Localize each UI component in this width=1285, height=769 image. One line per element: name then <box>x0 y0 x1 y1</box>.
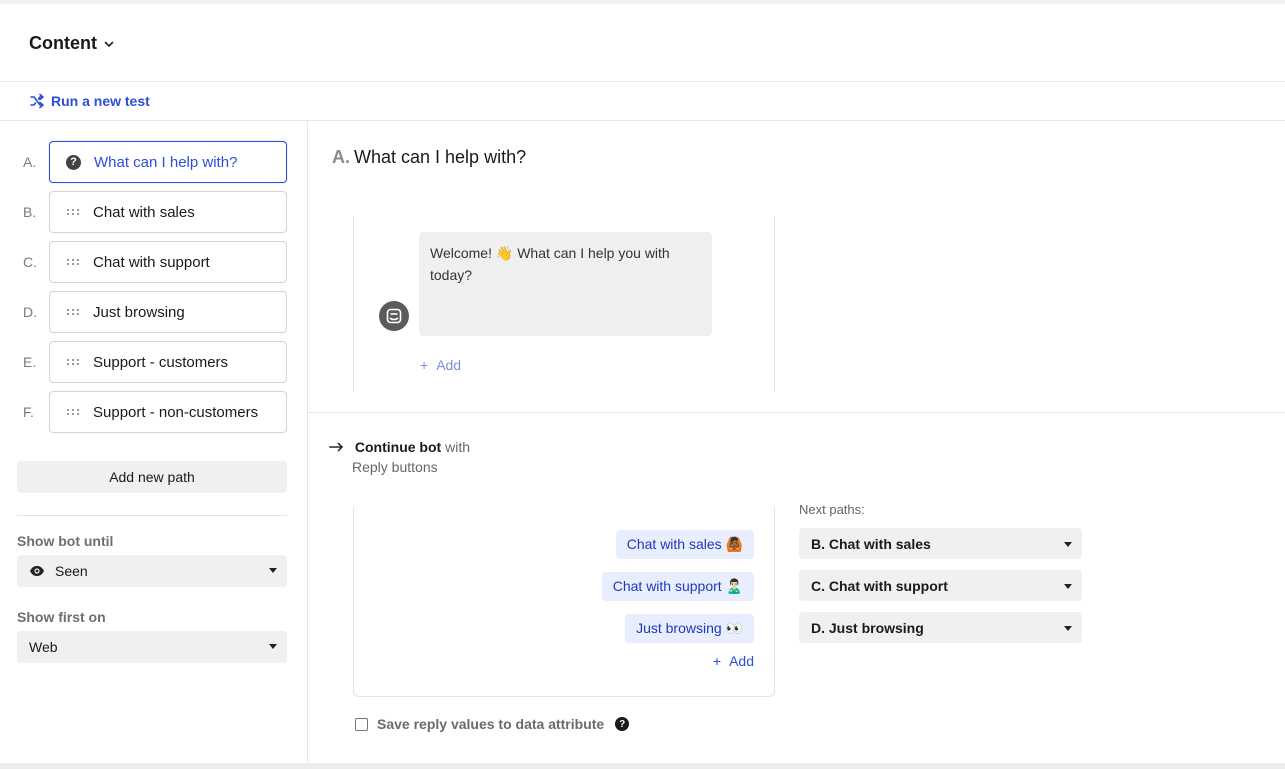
page-title: Content <box>29 33 97 53</box>
caret-down-icon <box>269 644 277 649</box>
show-first-on-label: Show first on <box>17 609 106 625</box>
reply-mode[interactable]: Reply buttons <box>329 457 470 477</box>
bot-avatar <box>379 301 409 331</box>
step-title-text: What can I help with? <box>354 147 527 167</box>
drag-handle-icon[interactable] <box>66 307 80 317</box>
drag-handle-icon[interactable] <box>66 257 80 267</box>
question-icon: ? <box>66 154 81 170</box>
add-reply-label: Add <box>729 653 754 669</box>
next-path-select[interactable]: C. Chat with support <box>799 570 1082 601</box>
run-new-test-label: Run a new test <box>51 93 150 109</box>
show-bot-until-value: Seen <box>55 563 88 579</box>
caret-down-icon <box>1064 542 1072 547</box>
paths-sidebar: A. ? What can I help with? B. Chat with … <box>0 121 308 763</box>
next-path-value: C. Chat with support <box>811 577 948 594</box>
caret-down-icon <box>1064 626 1072 631</box>
help-icon[interactable]: ? <box>615 717 630 731</box>
add-reply-button[interactable]: + Add <box>713 653 754 669</box>
path-letter: E. <box>23 354 37 370</box>
add-new-path-button[interactable]: Add new path <box>17 461 287 493</box>
path-item: B. Chat with sales <box>0 191 308 233</box>
chevron-down-icon <box>104 41 114 47</box>
eye-icon <box>30 566 44 576</box>
caret-down-icon <box>269 568 277 573</box>
drag-handle-icon[interactable] <box>66 407 80 417</box>
path-label: Support - non-customers <box>93 403 259 421</box>
continue-bot-action[interactable]: Continue bot <box>355 439 441 455</box>
drag-handle-icon[interactable] <box>66 357 80 367</box>
path-letter: D. <box>23 304 37 320</box>
path-item: A. ? What can I help with? <box>0 141 308 183</box>
drag-handle-icon[interactable] <box>66 207 80 217</box>
show-bot-until-select[interactable]: Seen <box>17 555 287 587</box>
plus-icon: + <box>420 357 429 373</box>
path-button-f[interactable]: Support - non-customers <box>49 391 287 433</box>
add-message-button[interactable]: + Add <box>420 357 461 373</box>
run-new-test-button[interactable]: Run a new test <box>29 93 150 109</box>
save-reply-values-label: Save reply values to data attribute <box>377 716 605 732</box>
path-letter: C. <box>23 254 37 270</box>
path-editor: A. What can I help with? Welcome! 👋 What … <box>308 121 1285 763</box>
path-label: Support - customers <box>93 353 229 371</box>
path-button-b[interactable]: Chat with sales <box>49 191 287 233</box>
shuffle-icon <box>30 93 44 109</box>
path-letter: F. <box>23 404 34 420</box>
bot-icon <box>386 308 402 324</box>
sidebar-divider <box>17 515 287 516</box>
save-reply-values-row: Save reply values to data attribute ? <box>355 716 630 732</box>
save-reply-values-checkbox[interactable] <box>355 717 368 731</box>
path-item: F. Support - non-customers <box>0 391 308 433</box>
add-message-label: Add <box>436 357 462 373</box>
path-item: C. Chat with support <box>0 241 308 283</box>
reply-buttons-panel: Chat with sales 🙆🏾 Chat with support 🙎🏻‍… <box>353 507 775 697</box>
path-button-e[interactable]: Support - customers <box>49 341 287 383</box>
show-first-on-value: Web <box>29 639 58 655</box>
plus-icon: + <box>712 653 722 669</box>
test-bar: Run a new test <box>0 82 1285 121</box>
show-first-on-select[interactable]: Web <box>17 631 287 663</box>
step-title: A. What can I help with? <box>332 147 526 168</box>
path-item: E. Support - customers <box>0 341 308 383</box>
path-label: Just browsing <box>93 303 185 321</box>
reply-button[interactable]: Just browsing 👀 <box>625 614 754 643</box>
bottom-edge <box>0 763 1285 769</box>
arrow-right-icon <box>329 442 344 452</box>
path-letter: B. <box>23 204 37 220</box>
page-header: Content <box>0 4 1285 82</box>
message-panel: Welcome! 👋 What can I help you with toda… <box>353 216 775 392</box>
next-path-select[interactable]: D. Just browsing <box>799 612 1082 643</box>
message-bubble[interactable]: Welcome! 👋 What can I help you with toda… <box>419 232 712 336</box>
next-paths-label: Next paths: <box>799 502 865 517</box>
caret-down-icon <box>1064 584 1072 589</box>
show-bot-until-label: Show bot until <box>17 533 114 549</box>
step-letter: A. <box>332 147 350 167</box>
content-dropdown[interactable]: Content <box>29 33 115 54</box>
path-label: Chat with support <box>93 253 210 271</box>
path-button-c[interactable]: Chat with support <box>49 241 287 283</box>
path-label: Chat with sales <box>93 203 195 221</box>
path-label: What can I help with? <box>94 153 238 171</box>
path-item: D. Just browsing <box>0 291 308 333</box>
path-letter: A. <box>23 154 37 170</box>
path-button-a[interactable]: ? What can I help with? <box>49 141 287 183</box>
section-divider <box>308 412 1285 413</box>
continue-with-text: with <box>445 439 470 455</box>
next-path-value: D. Just browsing <box>811 619 924 636</box>
path-button-d[interactable]: Just browsing <box>49 291 287 333</box>
reply-button[interactable]: Chat with support 🙎🏻‍♂️ <box>601 572 754 601</box>
continue-bot-section: Continue bot with Reply buttons <box>329 437 470 477</box>
reply-button[interactable]: Chat with sales 🙆🏾 <box>615 530 754 559</box>
next-path-value: B. Chat with sales <box>811 535 931 552</box>
next-path-select[interactable]: B. Chat with sales <box>799 528 1082 559</box>
